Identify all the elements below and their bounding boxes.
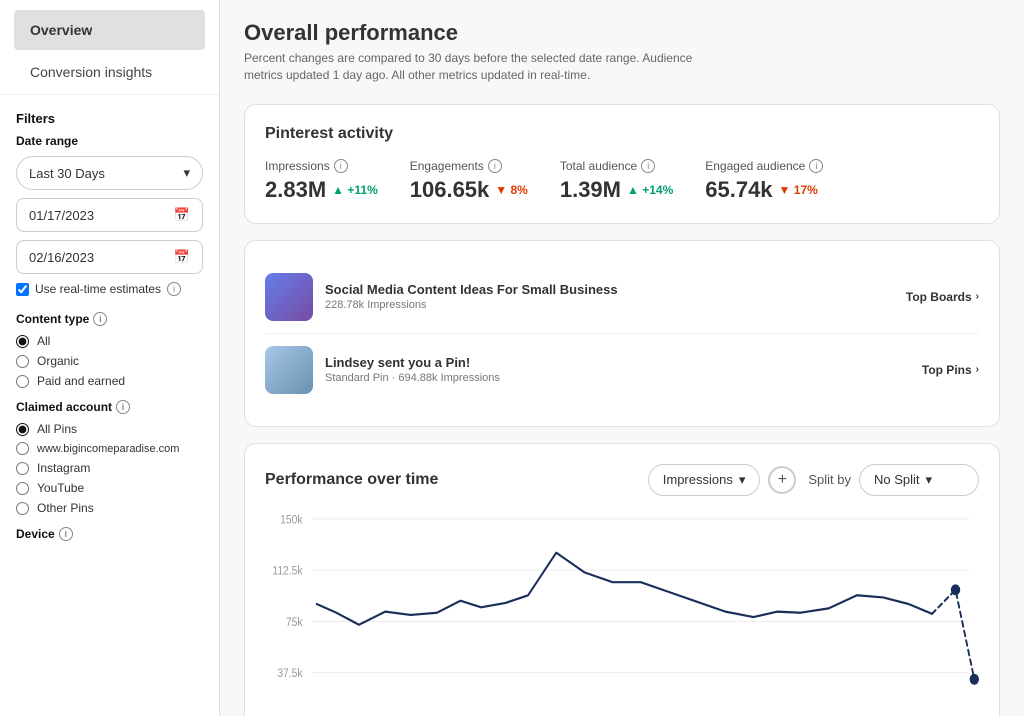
metrics-row: Impressions i 2.83M ▲ +11% Engagements i…	[265, 159, 979, 203]
claimed-instagram[interactable]: Instagram	[16, 461, 203, 475]
y-label-37k: 37.5k	[277, 667, 303, 680]
engaged-audience-info-icon[interactable]: i	[809, 159, 823, 173]
chevron-right-icon: ›	[976, 364, 979, 375]
chevron-down-icon: ▾	[739, 472, 746, 488]
calendar-icon: 📅	[174, 207, 190, 223]
metric-dropdown[interactable]: Impressions ▾	[648, 464, 761, 496]
engaged-audience-trend: ▼ 17%	[779, 183, 818, 197]
performance-card: Performance over time Impressions ▾ + Sp…	[244, 443, 1000, 716]
chevron-right-icon: ›	[976, 291, 979, 302]
y-label-150k: 150k	[280, 513, 303, 526]
content-type-info-icon[interactable]: i	[93, 312, 107, 326]
pin-thumb-1	[265, 273, 313, 321]
pin-item-1: Social Media Content Ideas For Small Bus…	[265, 261, 979, 334]
chevron-down-icon: ▾	[183, 165, 190, 181]
chart-line-solid	[317, 552, 932, 624]
pin-thumb-2	[265, 346, 313, 394]
pin-info-2: Lindsey sent you a Pin! Standard Pin · 6…	[325, 355, 922, 384]
chart-dot-1	[951, 584, 960, 595]
chevron-down-icon: ▾	[926, 472, 933, 488]
end-date-input[interactable]: 02/16/2023 📅	[16, 240, 203, 274]
date-range-label: Date range	[16, 134, 203, 148]
realtime-checkbox-row[interactable]: Use real-time estimates i	[16, 282, 203, 296]
performance-title: Performance over time	[265, 471, 438, 489]
pinterest-activity-card: Pinterest activity Impressions i 2.83M ▲…	[244, 104, 1000, 224]
device-group: Device i	[0, 527, 219, 561]
top-pins-button[interactable]: Top Pins ›	[922, 363, 979, 377]
pin-list: Social Media Content Ideas For Small Bus…	[265, 261, 979, 406]
claimed-other-pins[interactable]: Other Pins	[16, 501, 203, 515]
performance-chart: 150k 112.5k 75k 37.5k Jan 16 Jan 20 Jan …	[265, 508, 979, 716]
metric-controls: Impressions ▾ +	[648, 464, 797, 496]
split-by-label: Split by	[808, 472, 851, 487]
chart-line-dashed	[932, 589, 974, 678]
metric-engaged-audience: Engaged audience i 65.74k ▼ 17%	[705, 159, 823, 203]
pin-info-1: Social Media Content Ideas For Small Bus…	[325, 282, 906, 311]
pin-item-2: Lindsey sent you a Pin! Standard Pin · 6…	[265, 334, 979, 406]
realtime-info-icon[interactable]: i	[167, 282, 181, 296]
claimed-account-radios: All Pins www.bigincomeparadise.com Insta…	[16, 422, 203, 515]
calendar-icon: 📅	[174, 249, 190, 265]
filters-section-label: Filters	[0, 94, 219, 134]
date-range-group: Date range Last 30 Days ▾ 01/17/2023 📅 0…	[0, 134, 219, 312]
pinterest-activity-title: Pinterest activity	[265, 125, 979, 143]
performance-header: Performance over time Impressions ▾ + Sp…	[265, 464, 979, 496]
device-info-icon[interactable]: i	[59, 527, 73, 541]
metric-engagements: Engagements i 106.65k ▼ 8%	[410, 159, 528, 203]
claimed-youtube[interactable]: YouTube	[16, 481, 203, 495]
engagements-info-icon[interactable]: i	[488, 159, 502, 173]
main-content: Overall performance Percent changes are …	[220, 0, 1024, 716]
content-type-label: Content type i	[16, 312, 203, 326]
date-range-dropdown[interactable]: Last 30 Days ▾	[16, 156, 203, 190]
engagements-trend: ▼ 8%	[495, 183, 528, 197]
content-type-group: Content type i All Organic Paid and earn…	[0, 312, 219, 400]
sidebar-item-conversion-insights[interactable]: Conversion insights	[14, 52, 205, 92]
total-audience-trend: ▲ +14%	[627, 183, 673, 197]
impressions-trend: ▲ +11%	[332, 183, 378, 197]
claimed-account-group: Claimed account i All Pins www.bigincome…	[0, 400, 219, 527]
content-type-paid-earned[interactable]: Paid and earned	[16, 374, 203, 388]
y-label-75k: 75k	[286, 616, 303, 629]
claimed-account-info-icon[interactable]: i	[116, 400, 130, 414]
page-subtitle: Percent changes are compared to 30 days …	[244, 50, 724, 84]
y-label-112k: 112.5k	[272, 564, 303, 577]
total-audience-info-icon[interactable]: i	[641, 159, 655, 173]
page-title: Overall performance	[244, 20, 1000, 46]
split-controls: Split by No Split ▾	[808, 464, 979, 496]
claimed-bigincome[interactable]: www.bigincomeparadise.com	[16, 442, 203, 455]
content-type-organic[interactable]: Organic	[16, 354, 203, 368]
sidebar: Overview Conversion insights Filters Dat…	[0, 0, 220, 716]
device-label: Device i	[16, 527, 203, 541]
metric-impressions: Impressions i 2.83M ▲ +11%	[265, 159, 378, 203]
content-type-all[interactable]: All	[16, 334, 203, 348]
claimed-all-pins[interactable]: All Pins	[16, 422, 203, 436]
chart-dot-2	[970, 673, 979, 684]
realtime-checkbox[interactable]	[16, 283, 29, 296]
add-metric-button[interactable]: +	[768, 466, 796, 494]
chart-container: 150k 112.5k 75k 37.5k Jan 16 Jan 20 Jan …	[265, 508, 979, 716]
top-boards-button[interactable]: Top Boards ›	[906, 290, 979, 304]
impressions-info-icon[interactable]: i	[334, 159, 348, 173]
claimed-account-label: Claimed account i	[16, 400, 203, 414]
content-type-radios: All Organic Paid and earned	[16, 334, 203, 388]
top-pins-card: Social Media Content Ideas For Small Bus…	[244, 240, 1000, 427]
sidebar-item-overview[interactable]: Overview	[14, 10, 205, 50]
metric-total-audience: Total audience i 1.39M ▲ +14%	[560, 159, 673, 203]
split-dropdown[interactable]: No Split ▾	[859, 464, 979, 496]
start-date-input[interactable]: 01/17/2023 📅	[16, 198, 203, 232]
